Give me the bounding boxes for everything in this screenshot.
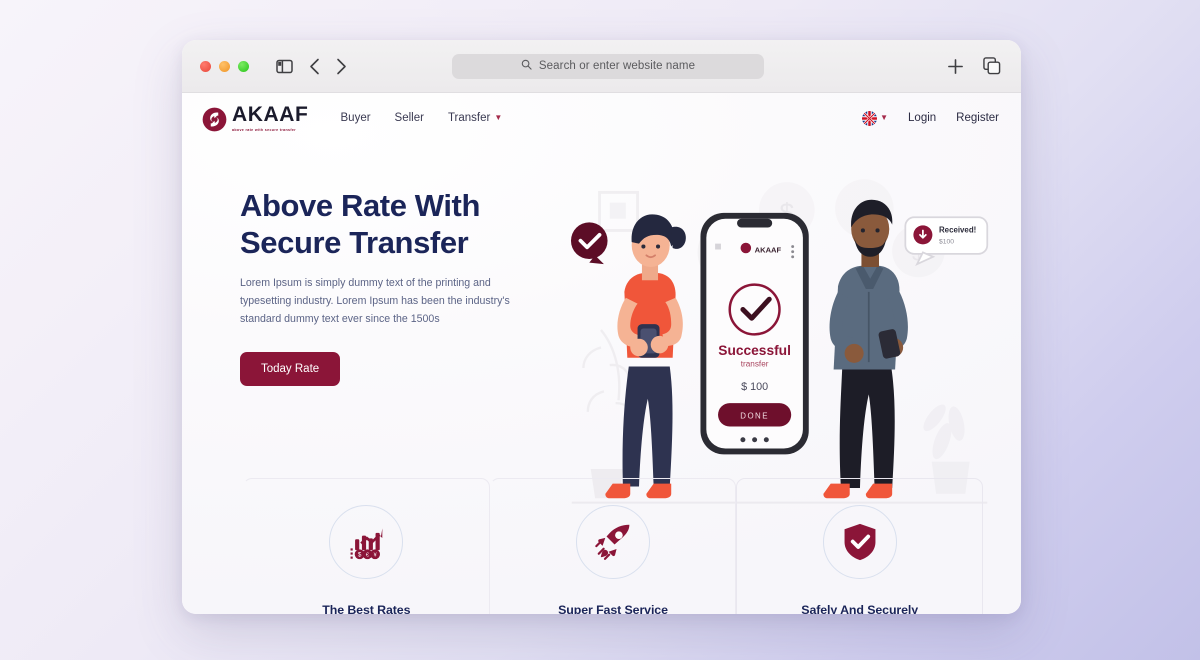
forward-navigation-icon[interactable]	[336, 58, 347, 75]
today-rate-button[interactable]: Today Rate	[240, 352, 341, 387]
svg-text:Successful: Successful	[718, 343, 791, 358]
chevron-down-icon: ▼	[494, 113, 503, 122]
akaaf-swirl-logo-icon	[202, 107, 227, 132]
uk-flag-icon	[862, 110, 878, 126]
hero-title-line-2: Secure Transfer	[240, 225, 469, 261]
woman-figure	[605, 214, 686, 499]
feature-title: Super Fast Service	[558, 603, 668, 614]
svg-text:AKAAF: AKAAF	[755, 245, 782, 254]
rocket-icon	[576, 505, 650, 579]
feature-title: Safely And Securely	[801, 603, 919, 614]
feature-cards: $ € ¥ The Best Rates Lorem Ipsum is simp…	[243, 478, 984, 614]
nav-item-buyer-label: Buyer	[340, 112, 371, 124]
svg-text:DONE: DONE	[740, 411, 769, 420]
sidebar-icon[interactable]	[276, 59, 293, 74]
copy-tabs-icon[interactable]	[983, 57, 1001, 75]
language-selector[interactable]: ▼	[862, 110, 889, 126]
svg-text:Received!: Received!	[939, 226, 976, 235]
hero-title-line-1: Above Rate With	[240, 188, 481, 223]
nav-item-seller-label: Seller	[394, 112, 424, 124]
nav-item-transfer-label: Transfer	[447, 112, 491, 124]
feature-title: The Best Rates	[322, 603, 411, 614]
svg-text:$100: $100	[939, 239, 954, 246]
hero-section: Above Rate With Secure Transfer Lorem Ip…	[182, 143, 1021, 504]
hero-illustration: $ $ $ $	[560, 169, 999, 504]
maximize-window-button[interactable]	[238, 60, 249, 72]
money-transfer-illustration: $ $ $ $	[570, 179, 989, 504]
header-right-actions: ▼ Login Register	[862, 110, 999, 126]
phone-mockup: AKAAF Successful transfer $ 100 DONE	[700, 212, 809, 455]
feature-card-fast-service[interactable]: Super Fast Service Lorem Ipsum is simply…	[489, 478, 737, 614]
logo-tagline: above rate with secure transfer	[232, 127, 296, 132]
register-link[interactable]: Register	[956, 112, 999, 124]
shield-check-icon	[822, 505, 897, 579]
nav-item-transfer[interactable]: Transfer ▼	[448, 112, 502, 124]
feature-card-best-rates[interactable]: $ € ¥ The Best Rates Lorem Ipsum is simp…	[243, 478, 490, 614]
login-link[interactable]: Login	[908, 112, 936, 124]
search-icon	[521, 59, 532, 73]
browser-window: Search or enter website name AKAAF above…	[182, 40, 1021, 614]
svg-text:€: €	[366, 553, 369, 559]
website-viewport: AKAAF above rate with secure transfer Bu…	[182, 93, 1021, 614]
main-navigation: Buyer Seller Transfer ▼	[341, 112, 503, 124]
browser-toolbar: Search or enter website name	[182, 40, 1021, 93]
hero-copy: Above Rate With Secure Transfer Lorem Ip…	[240, 169, 560, 404]
close-window-button[interactable]	[200, 60, 211, 72]
minimize-window-button[interactable]	[219, 60, 230, 72]
page-title: Above Rate With Secure Transfer	[240, 187, 560, 261]
nav-item-seller[interactable]: Seller	[395, 112, 424, 124]
feature-card-safely-securely[interactable]: Safely And Securely Lorem Ipsum is simpl…	[736, 478, 984, 614]
address-bar[interactable]: Search or enter website name	[452, 53, 764, 79]
svg-text:$ 100: $ 100	[741, 381, 768, 393]
svg-text:transfer: transfer	[741, 360, 769, 369]
site-logo[interactable]: AKAAF above rate with secure transfer	[202, 104, 309, 132]
chevron-down-icon: ▼	[880, 113, 889, 122]
site-header: AKAAF above rate with secure transfer Bu…	[182, 93, 1021, 143]
bar-chart-currency-icon: $ € ¥	[329, 505, 404, 579]
check-bubble-icon	[570, 222, 608, 265]
hero-paragraph: Lorem Ipsum is simply dummy text of the …	[240, 277, 510, 325]
back-navigation-icon[interactable]	[309, 58, 320, 75]
plus-icon[interactable]	[947, 58, 964, 75]
address-bar-placeholder: Search or enter website name	[538, 60, 696, 72]
logo-wordmark: AKAAF	[232, 103, 309, 127]
nav-item-buyer[interactable]: Buyer	[341, 112, 371, 124]
window-traffic-lights	[200, 60, 249, 72]
